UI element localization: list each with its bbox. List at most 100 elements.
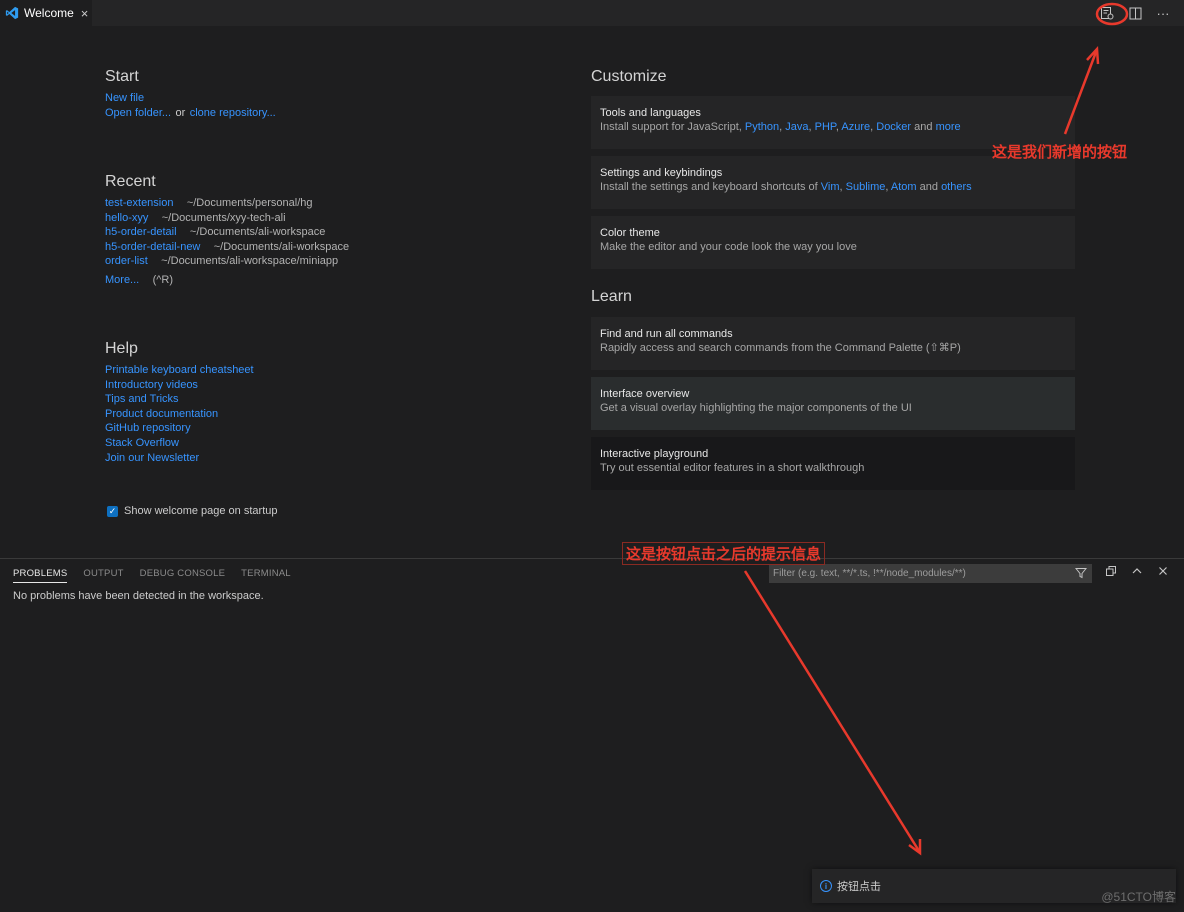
startup-checkbox[interactable]: ✓ <box>107 505 118 517</box>
problems-message: No problems have been detected in the wo… <box>13 590 264 602</box>
docker-link[interactable]: Docker <box>876 121 911 133</box>
show-on-startup[interactable]: ✓ Show welcome page on startup <box>107 505 277 517</box>
help-link-documentation[interactable]: Product documentation <box>105 408 218 420</box>
card-desc-text: Install the settings and keyboard shortc… <box>600 181 818 193</box>
custom-command-button[interactable] <box>1098 4 1116 22</box>
recent-item: hello-xyy ~/Documents/xyy-tech-ali <box>105 210 349 225</box>
and-text: and <box>919 181 938 193</box>
annotation-notification: 这是按钮点击之后的提示信息 <box>622 542 826 565</box>
split-editor-button[interactable] <box>1126 4 1144 22</box>
split-editor-icon <box>1129 7 1141 19</box>
learn-title: Learn <box>591 288 632 305</box>
recent-item-link[interactable]: h5-order-detail <box>105 226 177 238</box>
card-description: Make the editor and your code look the w… <box>600 241 857 253</box>
card-color-theme[interactable]: Color theme Make the editor and your cod… <box>591 216 1075 269</box>
card-title: Settings and keybindings <box>600 167 723 179</box>
chevron-up-icon <box>1132 568 1142 574</box>
card-settings-keybindings[interactable]: Settings and keybindings Install the set… <box>591 156 1075 209</box>
recent-item-path: ~/Documents/personal/hg <box>186 197 313 209</box>
recent-item-link[interactable]: test-extension <box>105 197 173 209</box>
help-title: Help <box>105 340 138 357</box>
card-description: Install the settings and keyboard shortc… <box>600 181 972 193</box>
recent-item-link[interactable]: hello-xyy <box>105 212 148 224</box>
editor-actions: ··· <box>1098 4 1172 22</box>
close-panel-button[interactable] <box>1155 565 1171 580</box>
card-interactive-playground[interactable]: Interactive playground Try out essential… <box>591 437 1075 490</box>
watermark: @51CTO博客 <box>1101 890 1176 904</box>
card-interface-overview[interactable]: Interface overview Get a visual overlay … <box>591 377 1075 430</box>
filter-icon[interactable] <box>1074 564 1088 585</box>
close-icon[interactable]: × <box>81 6 89 21</box>
problems-filter-input[interactable]: Filter (e.g. text, **/*.ts, !**/node_mod… <box>769 564 1092 583</box>
annotation-new-button: 这是我们新增的按钮 <box>992 144 1128 161</box>
recent-section: Recent test-extension ~/Documents/person… <box>105 173 349 287</box>
card-title: Tools and languages <box>600 107 701 119</box>
more-recent-link[interactable]: More... <box>105 274 139 286</box>
card-desc-text: Install support for JavaScript, <box>600 121 742 133</box>
recent-item: test-extension ~/Documents/personal/hg <box>105 195 349 210</box>
recent-item-path: ~/Documents/ali-workspace <box>213 240 350 253</box>
java-link[interactable]: Java <box>785 121 808 133</box>
vim-link[interactable]: Vim <box>821 181 840 193</box>
sublime-link[interactable]: Sublime <box>846 181 886 193</box>
recent-item-path: ~/Documents/ali-workspace/miniapp <box>161 255 339 268</box>
recent-title: Recent <box>105 173 156 190</box>
maximize-panel-button[interactable] <box>1129 565 1145 580</box>
close-icon <box>1159 567 1167 575</box>
open-folder-link[interactable]: Open folder... <box>105 107 171 119</box>
help-link-tips[interactable]: Tips and Tricks <box>105 393 179 405</box>
welcome-page: Start New file Open folder... or clone r… <box>0 26 1184 558</box>
atom-link[interactable]: Atom <box>891 181 917 193</box>
more-tools-link[interactable]: more <box>936 121 961 133</box>
azure-link[interactable]: Azure <box>841 121 870 133</box>
help-link-cheatsheet[interactable]: Printable keyboard cheatsheet <box>105 364 254 376</box>
help-link-stackoverflow[interactable]: Stack Overflow <box>105 437 179 449</box>
start-title: Start <box>105 68 139 85</box>
python-link[interactable]: Python <box>745 121 779 133</box>
card-find-commands[interactable]: Find and run all commands Rapidly access… <box>591 317 1075 370</box>
new-file-link[interactable]: New file <box>105 92 144 104</box>
tab-problems[interactable]: PROBLEMS <box>13 568 68 583</box>
filter-placeholder: Filter (e.g. text, **/*.ts, !**/node_mod… <box>773 568 966 579</box>
bottom-panel: PROBLEMS OUTPUT DEBUG CONSOLE TERMINAL N… <box>0 558 1184 912</box>
card-title: Color theme <box>600 227 660 239</box>
card-title: Find and run all commands <box>600 328 733 340</box>
start-section: Start New file Open folder... or clone r… <box>105 68 276 119</box>
recent-item: h5-order-detail ~/Documents/ali-workspac… <box>105 224 349 239</box>
collapse-all-icon <box>1106 566 1116 576</box>
tab-welcome[interactable]: Welcome × <box>0 0 92 26</box>
help-link-github[interactable]: GitHub repository <box>105 422 191 434</box>
card-description: Rapidly access and search commands from … <box>600 342 961 354</box>
recent-item: order-list ~/Documents/ali-workspace/min… <box>105 253 349 268</box>
card-description: Get a visual overlay highlighting the ma… <box>600 402 912 414</box>
help-link-videos[interactable]: Introductory videos <box>105 379 198 391</box>
card-description: Try out essential editor features in a s… <box>600 462 865 474</box>
others-link[interactable]: others <box>941 181 972 193</box>
or-text: or <box>175 106 186 119</box>
help-link-newsletter[interactable]: Join our Newsletter <box>105 452 199 464</box>
customize-title: Customize <box>591 68 667 85</box>
card-title: Interactive playground <box>600 448 709 460</box>
vscode-logo-icon <box>5 6 19 20</box>
php-link[interactable]: PHP <box>815 121 836 133</box>
collapse-all-button[interactable] <box>1103 565 1119 580</box>
clone-repository-link[interactable]: clone repository... <box>190 107 276 119</box>
custom-button-icon <box>1101 7 1114 20</box>
info-icon: i <box>820 880 832 892</box>
card-description: Install support for JavaScript, Python, … <box>600 121 961 133</box>
tab-output[interactable]: OUTPUT <box>83 568 123 583</box>
panel-tabs: PROBLEMS OUTPUT DEBUG CONSOLE TERMINAL <box>13 568 291 583</box>
card-title: Interface overview <box>600 388 690 400</box>
more-actions-button[interactable]: ··· <box>1154 4 1172 22</box>
notification-message: 按钮点击 <box>837 881 881 893</box>
startup-checkbox-label: Show welcome page on startup <box>124 505 278 517</box>
tab-label: Welcome <box>24 6 74 20</box>
editor-tab-bar: Welcome × ··· <box>0 0 1184 26</box>
tab-terminal[interactable]: TERMINAL <box>241 568 291 583</box>
more-recent-shortcut: (^R) <box>152 273 174 286</box>
recent-item: h5-order-detail-new ~/Documents/ali-work… <box>105 239 349 254</box>
help-section: Help Printable keyboard cheatsheet Intro… <box>105 340 254 464</box>
recent-item-link[interactable]: order-list <box>105 255 148 267</box>
and-text: and <box>914 121 933 133</box>
tab-debug-console[interactable]: DEBUG CONSOLE <box>140 568 225 583</box>
